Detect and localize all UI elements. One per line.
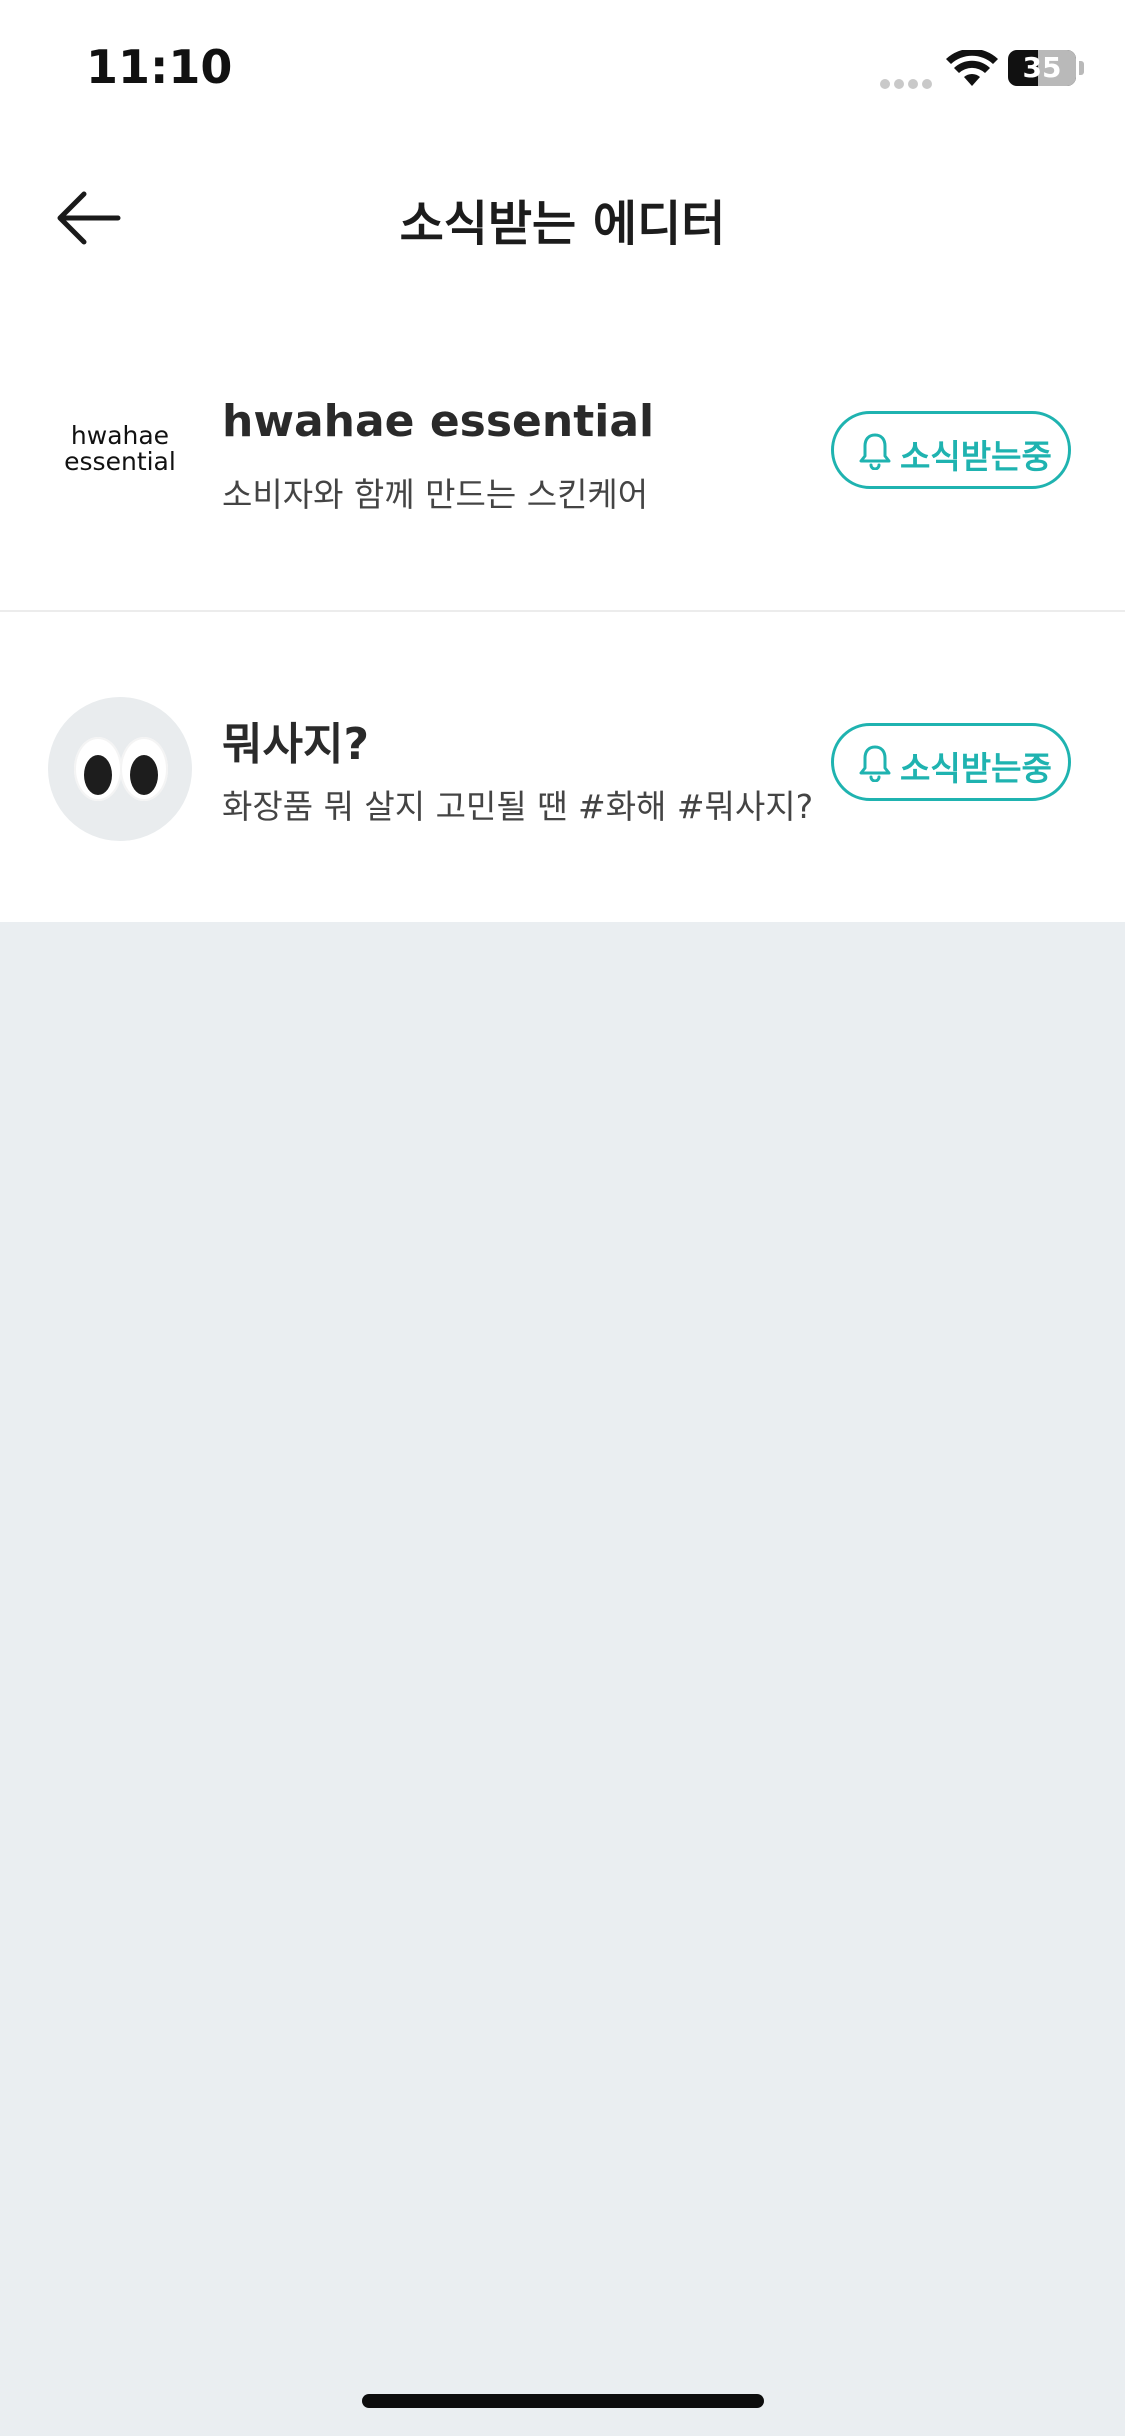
nav-header: 소식받는 에디터 bbox=[0, 150, 1125, 280]
eye-icon bbox=[74, 737, 122, 801]
subscribed-button[interactable]: 소식받는중 bbox=[831, 723, 1071, 801]
wifi-icon bbox=[946, 50, 998, 86]
subscribed-label: 소식받는중 bbox=[900, 749, 1052, 788]
editor-item[interactable]: 뭐사지? 화장품 뭐 살지 고민될 땐 #화해 #뭐사지? 소식받는중 bbox=[0, 612, 1125, 922]
editor-avatar bbox=[48, 697, 192, 841]
subscribed-button[interactable]: 소식받는중 bbox=[831, 411, 1071, 489]
logo-line-1: hwahae bbox=[70, 421, 170, 450]
bell-icon bbox=[859, 433, 891, 470]
status-time: 11:10 bbox=[86, 40, 233, 94]
cellular-signal-icon bbox=[880, 74, 936, 89]
eye-icon bbox=[120, 737, 168, 801]
home-indicator bbox=[362, 2394, 764, 2408]
battery-tip bbox=[1079, 61, 1084, 75]
subscribed-label: 소식받는중 bbox=[900, 437, 1052, 476]
editor-description: 소비자와 함께 만드는 스킨케어 bbox=[222, 475, 649, 514]
editor-description: 화장품 뭐 살지 고민될 땐 #화해 #뭐사지? bbox=[222, 787, 814, 826]
status-bar: 11:10 35 bbox=[0, 0, 1125, 140]
editor-avatar: hwahae essential bbox=[48, 385, 192, 529]
editor-item[interactable]: hwahae essential hwahae essential 소비자와 함… bbox=[0, 300, 1125, 610]
logo-line-2: essential bbox=[64, 447, 176, 476]
bell-icon bbox=[859, 745, 891, 782]
hwahae-essential-logo: hwahae essential bbox=[48, 423, 192, 475]
battery-icon: 35 bbox=[1008, 50, 1076, 86]
page-title: 소식받는 에디터 bbox=[399, 196, 726, 252]
editor-name: hwahae essential bbox=[222, 396, 655, 447]
battery-level: 35 bbox=[1022, 51, 1062, 84]
editor-name: 뭐사지? bbox=[222, 719, 369, 770]
